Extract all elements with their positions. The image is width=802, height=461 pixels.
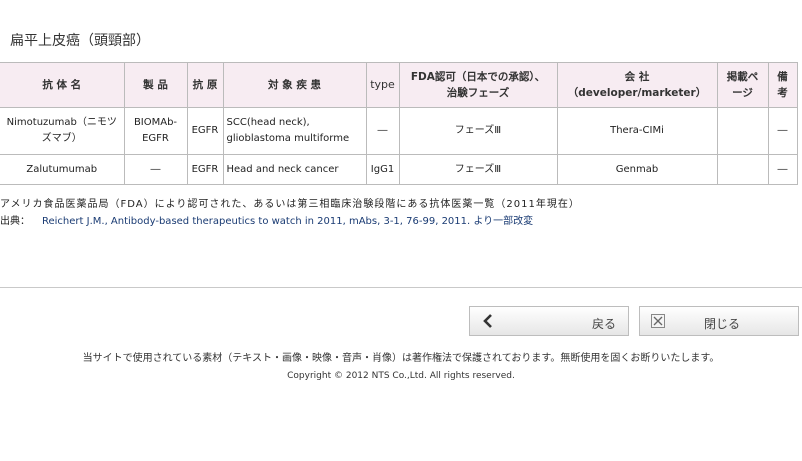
- cell-product: ―: [124, 154, 188, 185]
- cell-fda-phase: フェーズⅢ: [399, 154, 558, 185]
- close-button-label: 閉じる: [704, 317, 741, 331]
- close-button[interactable]: 閉じる: [639, 306, 799, 336]
- cell-type: IgG1: [366, 154, 400, 185]
- header-type: type: [366, 62, 400, 108]
- header-target-disease: 対 象 疾 患: [223, 62, 367, 108]
- chevron-left-icon: [483, 314, 492, 328]
- cell-antigen: EGFR: [187, 107, 224, 155]
- cell-type: ―: [366, 107, 400, 155]
- cell-target-disease: Head and neck cancer: [223, 154, 367, 185]
- header-company: 会 社 （developer/marketer）: [557, 62, 718, 108]
- cell-antibody-name: Zalutumumab: [0, 154, 125, 185]
- back-button-label: 戻る: [591, 317, 616, 331]
- close-box-icon: [651, 314, 665, 328]
- header-antibody-name: 抗 体 名: [0, 62, 125, 108]
- table-caption: アメリカ食品医薬品局（FDA）により認可された、あるいは第三相臨床治験段階にある…: [0, 199, 580, 210]
- cell-target-disease: SCC(head neck), glioblastoma multiforme: [223, 107, 367, 155]
- header-antigen: 抗 原: [187, 62, 224, 108]
- cell-notes: ―: [768, 107, 798, 155]
- cell-notes: ―: [768, 154, 798, 185]
- back-button[interactable]: 戻る: [469, 306, 629, 336]
- copyright-line: Copyright © 2012 NTS Co.,Ltd. All rights…: [287, 371, 515, 381]
- cell-company: Thera-CIMi: [557, 107, 718, 155]
- source-citation: 出典： Reichert J.M., Antibody-based therape…: [0, 212, 533, 227]
- cell-antibody-name: Nimotuzumab（ニモツズマブ）: [0, 107, 125, 155]
- table-row: Nimotuzumab（ニモツズマブ） BIOMAb-EGFR EGFR SCC…: [0, 107, 798, 155]
- copyright-notice: 当サイトで使用されている素材（テキスト・画像・映像・音声・肖像）は著作権法で保護…: [82, 353, 720, 364]
- divider: [0, 287, 802, 288]
- table-header-row: 抗 体 名 製 品 抗 原 対 象 疾 患 type FDA認可（日本での承認）…: [0, 62, 798, 108]
- header-notes: 備考: [768, 62, 798, 108]
- source-reference: Reichert J.M., Antibody-based therapeuti…: [42, 216, 534, 227]
- page-title: 扁平上皮癌（頭頸部）: [10, 33, 150, 49]
- cell-antigen: EGFR: [187, 154, 224, 185]
- cell-fda-phase: フェーズⅢ: [399, 107, 558, 155]
- cell-page: [717, 154, 769, 185]
- cell-product: BIOMAb-EGFR: [124, 107, 188, 155]
- header-page: 掲載ページ: [717, 62, 769, 108]
- antibody-table: 抗 体 名 製 品 抗 原 対 象 疾 患 type FDA認可（日本での承認）…: [0, 62, 798, 185]
- header-fda-phase: FDA認可（日本での承認）、治験フェーズ: [399, 62, 558, 108]
- source-label: 出典：: [0, 216, 30, 227]
- cell-page: [717, 107, 769, 155]
- cell-company: Genmab: [557, 154, 718, 185]
- table-row: Zalutumumab ― EGFR Head and neck cancer …: [0, 154, 798, 185]
- header-product: 製 品: [124, 62, 188, 108]
